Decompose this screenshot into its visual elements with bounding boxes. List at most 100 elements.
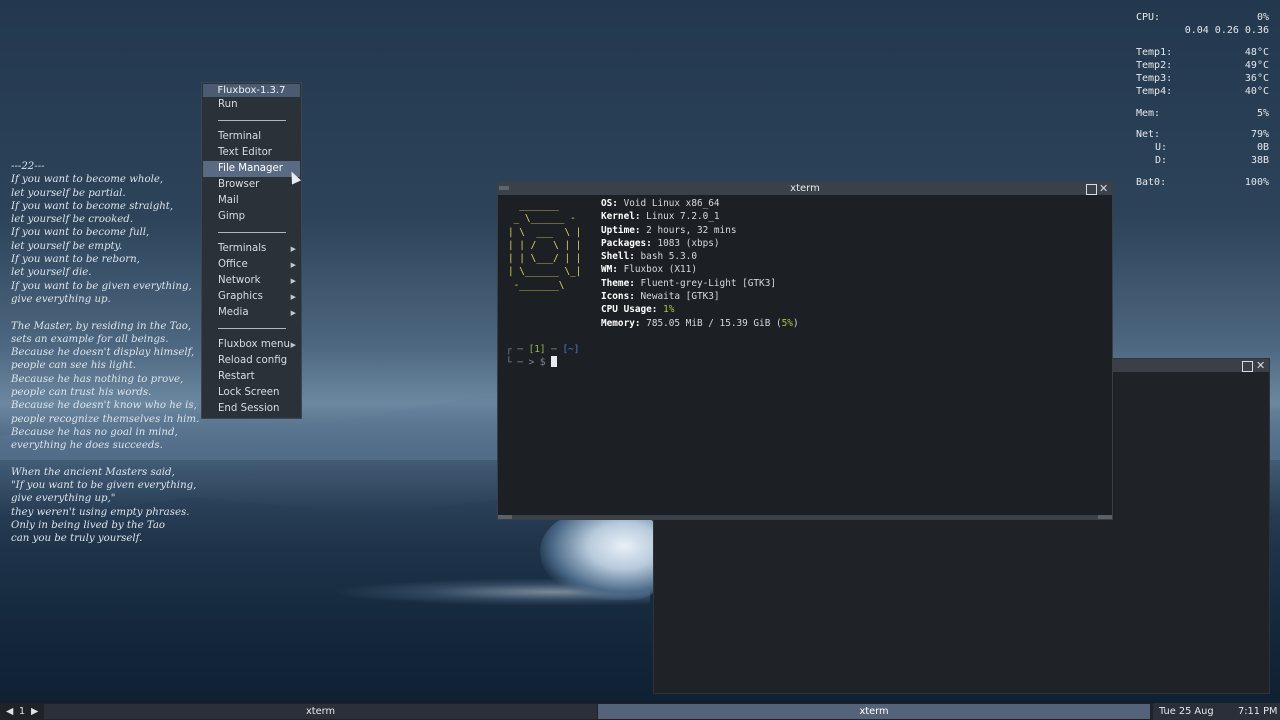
clock-date: Tue 25 Aug — [1159, 706, 1214, 717]
poem-line: If you want to be reborn, — [11, 254, 140, 266]
conky-value: 36°C — [1244, 73, 1269, 84]
poem-line: Because he doesn't display himself, — [11, 347, 195, 359]
conky-label: Net: — [1136, 129, 1161, 140]
poem-line: Because he has nothing to prove, — [11, 373, 184, 385]
info-value: Linux 7.2.0_1 — [646, 211, 720, 223]
conky-label: Temp3: — [1136, 73, 1173, 84]
poem-line: When the ancient Masters said, — [11, 466, 175, 478]
poem-line: let yourself die. — [11, 267, 92, 279]
poem-line: ---22--- — [11, 161, 45, 172]
menu-item-lock-screen[interactable]: Lock Screen — [218, 385, 300, 401]
info-value: 2 hours, 32 mins — [646, 224, 737, 236]
conky-label: CPU: — [1136, 12, 1161, 23]
taskbar-item-label: xterm — [305, 706, 336, 717]
taskbar-item-xterm-active[interactable]: xterm — [598, 704, 1150, 719]
info-value: Fluent-grey-Light [GTK3] — [640, 277, 776, 289]
menu-item-end-session[interactable]: End Session — [218, 401, 300, 417]
menu-item-run[interactable]: Run — [218, 97, 300, 113]
menu-item-reload-config[interactable]: Reload config — [218, 353, 300, 369]
close-icon[interactable]: ✕ — [1099, 183, 1108, 194]
conky-loadavg-row: 0.04 0.26 0.36 — [1136, 25, 1270, 38]
info-label: Uptime: — [601, 224, 641, 236]
next-workspace-button[interactable]: ▶ — [31, 703, 38, 720]
info-label: Kernel: — [601, 211, 641, 223]
menu-item-gimp[interactable]: Gimp — [218, 209, 300, 225]
poem-line: Because he doesn't know who he is, — [11, 400, 197, 412]
poem-line: Because he has no goal in mind, — [11, 426, 178, 438]
conky-label: U: — [1155, 142, 1168, 153]
menu-separator — [218, 328, 286, 329]
conky-label: Bat0: — [1136, 177, 1167, 188]
maximize-icon[interactable] — [1086, 184, 1097, 195]
info-value: Void Linux x86_64 — [623, 198, 720, 209]
close-icon[interactable]: ✕ — [1256, 360, 1265, 371]
maximize-icon[interactable] — [1242, 361, 1253, 372]
menu-item-label: Restart — [218, 371, 255, 382]
submenu-arrow-icon: ▶ — [290, 309, 296, 317]
poem-line: sets an example for all beings. — [11, 333, 169, 345]
conky-label: Temp1: — [1136, 47, 1173, 58]
poem-line: If you want to become straight, — [11, 200, 174, 212]
previous-workspace-button[interactable]: ◀ — [6, 703, 13, 720]
menu-item-fluxbox-menu[interactable]: Fluxbox menu ▶ — [218, 337, 300, 353]
xterm-titlebar[interactable]: xterm — [498, 182, 1112, 195]
menu-item-label: Terminal — [218, 131, 262, 142]
info-label: Shell: — [601, 251, 635, 263]
taskbar-item-xterm[interactable]: xterm — [44, 704, 597, 719]
workspace-number: 1 — [19, 706, 26, 717]
poem-line: people recognize themselves in him. — [11, 413, 200, 425]
menu-item-label: File Manager — [218, 163, 283, 174]
info-value: ) — [792, 317, 799, 329]
menu-item-text-editor[interactable]: Text Editor — [218, 145, 300, 161]
conky-value: 40°C — [1244, 86, 1269, 97]
menu-item-network[interactable]: Network ▶ — [218, 273, 300, 289]
menu-item-label: Browser — [218, 179, 260, 190]
prompt-segment: ─ — [545, 344, 563, 355]
menu-item-terminals[interactable]: Terminals ▶ — [218, 241, 300, 257]
conky-battery-row: Bat0: 100% — [1136, 177, 1270, 190]
menu-item-office[interactable]: Office ▶ — [218, 257, 300, 273]
menu-item-media[interactable]: Media ▶ — [218, 305, 300, 321]
clock: Tue 25 Aug 7:11 PM — [1153, 703, 1280, 720]
xterm-window[interactable]: xterm ✕ — [497, 181, 1113, 520]
menu-item-label: Text Editor — [218, 147, 272, 158]
menu-item-browser[interactable]: Browser — [218, 177, 300, 193]
submenu-arrow-icon: ▶ — [290, 341, 296, 349]
menu-item-terminal[interactable]: Terminal — [218, 129, 300, 145]
conky-label: Temp2: — [1136, 60, 1173, 71]
conky-upload-row: U: 0B — [1136, 142, 1270, 155]
menu-item-restart[interactable]: Restart — [218, 369, 300, 385]
window-resize-handle[interactable] — [498, 515, 1112, 519]
taskbar-item-label: xterm — [859, 706, 889, 717]
conky-label: D: — [1155, 155, 1168, 166]
window-menu-handle[interactable] — [499, 186, 509, 190]
info-label: Theme: — [601, 277, 635, 289]
conky-value: 5% — [1256, 108, 1269, 119]
poem-line: they weren't using empty phrases. — [11, 506, 190, 518]
info-label: Packages: — [601, 237, 652, 249]
poem-line: let yourself be empty. — [11, 240, 123, 252]
menu-item-mail[interactable]: Mail — [218, 193, 300, 209]
fluxbox-root-menu[interactable]: Fluxbox-1.3.7 Run Terminal Text Editor F… — [201, 82, 302, 419]
workspace-switcher: ◀ 1 ▶ — [0, 703, 44, 720]
info-label: OS: — [601, 198, 618, 209]
conky-download-row: D: 38B — [1136, 155, 1270, 168]
menu-item-file-manager[interactable]: File Manager — [203, 161, 300, 177]
conky-value: 100% — [1244, 177, 1269, 188]
poem-line: let yourself be crooked. — [11, 214, 134, 226]
window-title: xterm — [790, 183, 820, 194]
poem-line: If you want to become whole, — [11, 174, 164, 186]
system-info: OS: Void Linux x86_64 Kernel: Linux 7.2.… — [601, 197, 799, 330]
poem-line: The Master, by residing in the Tao, — [11, 320, 192, 332]
conky-temp1-row: Temp1: 48°C — [1136, 47, 1270, 60]
info-value: 1083 (xbps) — [657, 237, 720, 249]
conky-temp3-row: Temp3: 36°C — [1136, 73, 1270, 86]
menu-item-graphics[interactable]: Graphics ▶ — [218, 289, 300, 305]
shell-prompt[interactable]: ┌ ─ [1] ─ [~] └ ─ > $ — [506, 343, 579, 370]
menu-item-label: Graphics — [218, 291, 263, 302]
menu-title: Fluxbox-1.3.7 — [203, 84, 300, 97]
taskbar: ◀ 1 ▶ xterm xterm Tue 25 Aug 7:11 PM — [0, 703, 1280, 720]
info-value: 785.05 MiB / 15.39 GiB ( — [646, 317, 782, 329]
conky-value: 0% — [1256, 12, 1269, 23]
poem-line: Only in being lived by the Tao — [11, 520, 166, 532]
